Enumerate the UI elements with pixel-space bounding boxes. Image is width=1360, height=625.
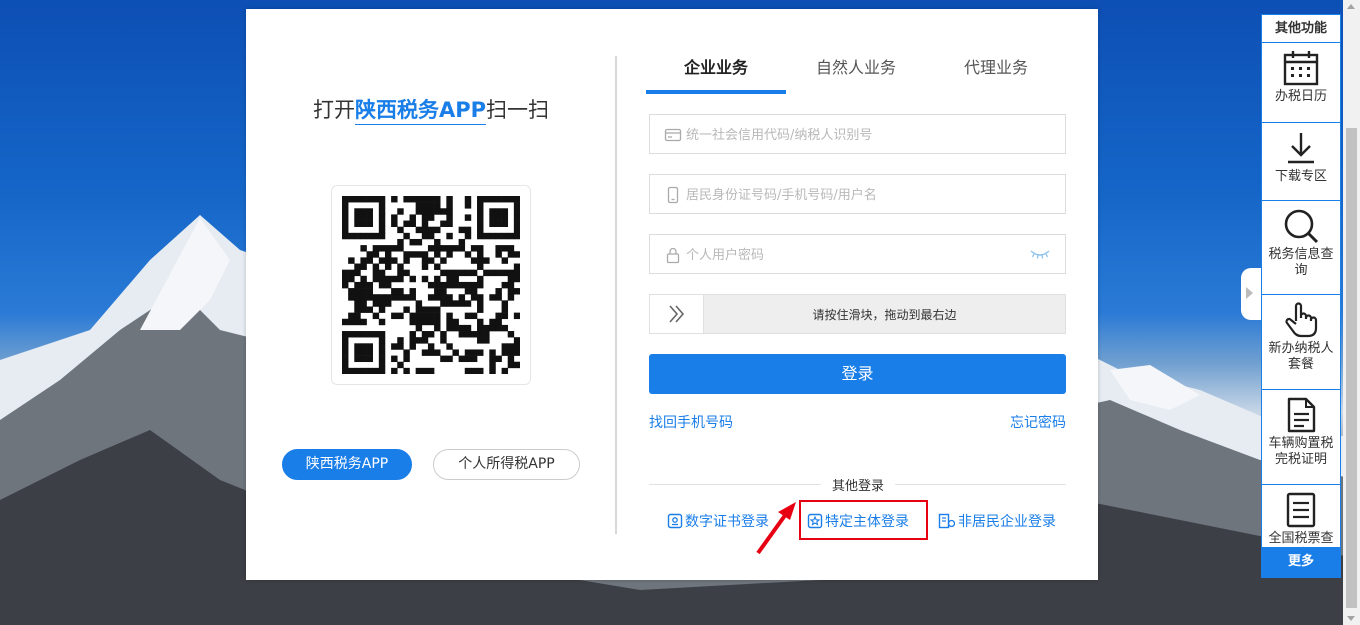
triangle-right-icon [1246, 287, 1253, 299]
qr-title: 打开陕西税务APP扫一扫 [246, 94, 616, 125]
login-button[interactable]: 登录 [649, 354, 1066, 394]
search-icon [1284, 209, 1319, 244]
eye-closed-icon[interactable] [1029, 247, 1051, 261]
other-login-label: 其他登录 [821, 475, 895, 494]
tab-individual[interactable]: 自然人业务 [786, 49, 926, 94]
side-toolbar: 其他功能 办税日历 下载专区 税务信息查询 新办纳税人套餐 车辆购置税完税证明 … [1261, 14, 1341, 578]
qr-code [331, 185, 531, 385]
scrollbar-thumb[interactable] [1346, 128, 1357, 608]
find-phone-link[interactable]: 找回手机号码 [649, 412, 733, 432]
password-input[interactable] [686, 243, 1026, 267]
qr-app-name: 陕西税务APP [354, 98, 487, 125]
side-item-vehicle-tax-certificate[interactable]: 车辆购置税完税证明 [1262, 396, 1340, 485]
slider-handle[interactable] [650, 295, 704, 333]
double-chevron-right-icon [669, 305, 685, 323]
forgot-password-link[interactable]: 忘记密码 [1010, 412, 1066, 432]
page-scrollbar[interactable] [1343, 0, 1360, 625]
highlight-box [799, 500, 928, 540]
side-toolbar-more-button[interactable]: 更多 [1262, 547, 1340, 577]
nonresident-icon [938, 513, 956, 529]
phone-icon [667, 186, 679, 204]
invoice-icon [1286, 492, 1316, 528]
qr-code-image [342, 196, 520, 374]
scroll-down-arrow-icon[interactable] [1347, 616, 1355, 621]
tab-agent[interactable]: 代理业务 [926, 49, 1066, 94]
vertical-divider [615, 56, 617, 534]
side-item-new-taxpayer[interactable]: 新办纳税人套餐 [1262, 301, 1340, 390]
credit-code-input[interactable] [686, 123, 1026, 147]
login-card: 打开陕西税务APP扫一扫 陕西税务APP 个人所得税APP 企业业务 自然人业务… [246, 9, 1098, 580]
id-input[interactable] [686, 183, 1026, 207]
personal-income-tax-app-button[interactable]: 个人所得税APP [433, 449, 580, 480]
shaanxi-tax-app-button[interactable]: 陕西税务APP [282, 449, 412, 480]
password-field [649, 234, 1066, 274]
captcha-slider: 请按住滑块，拖动到最右边 [649, 294, 1066, 334]
scroll-up-arrow-icon[interactable] [1347, 4, 1355, 9]
lock-icon [666, 247, 680, 264]
red-arrow-annotation [756, 502, 796, 555]
id-field [649, 174, 1066, 214]
side-item-tax-calendar[interactable]: 办税日历 [1262, 49, 1340, 123]
calendar-icon [1283, 51, 1319, 86]
credit-code-field [649, 114, 1066, 154]
tab-enterprise[interactable]: 企业业务 [646, 49, 786, 94]
slider-instruction: 请按住滑块，拖动到最右边 [812, 308, 957, 322]
side-item-tax-info-query[interactable]: 税务信息查询 [1262, 207, 1340, 295]
document-icon [1287, 397, 1316, 433]
download-icon [1288, 133, 1314, 164]
login-tabs: 企业业务 自然人业务 代理业务 [646, 49, 1066, 94]
side-item-download[interactable]: 下载专区 [1262, 129, 1340, 201]
side-toolbar-collapse-tab[interactable] [1241, 268, 1261, 320]
card-icon [664, 128, 682, 142]
hand-pointer-icon [1285, 302, 1318, 338]
nonresident-login-link[interactable]: 非居民企业登录 [938, 512, 1056, 532]
side-toolbar-title: 其他功能 [1262, 15, 1340, 43]
certificate-icon [667, 513, 683, 529]
